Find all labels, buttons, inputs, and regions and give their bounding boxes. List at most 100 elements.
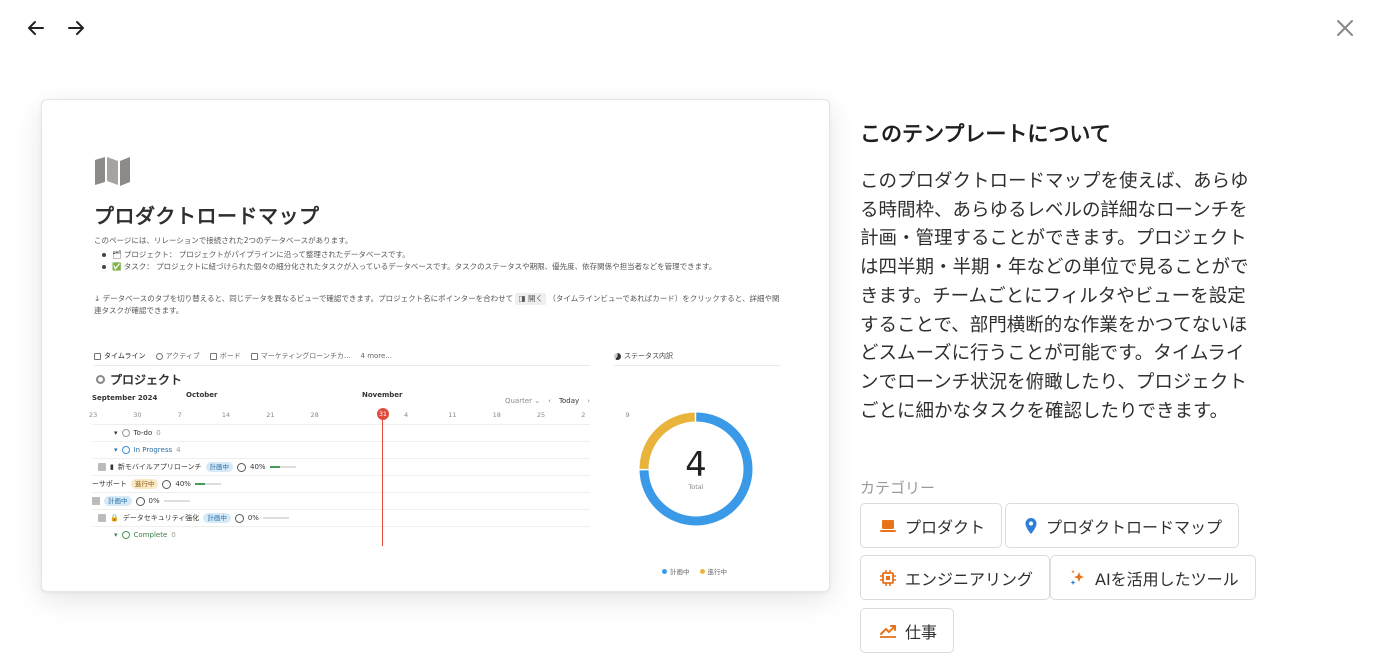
check-circle-icon	[121, 531, 130, 539]
progress-bar	[194, 483, 221, 485]
category-chip-engineering[interactable]: エンジニアリング	[860, 555, 1051, 600]
laptop-icon	[880, 519, 896, 532]
progress-bar	[269, 466, 296, 468]
day-tick-label: 4	[404, 411, 409, 419]
drag-handle-icon	[92, 497, 100, 505]
status-badge: 進行中	[130, 479, 159, 489]
group-row-in-progress[interactable]: ▾ In Progress 4	[92, 441, 590, 458]
tab-marketing[interactable]: マーケティングローンチカ...	[250, 351, 351, 361]
category-label: カテゴリー	[860, 479, 936, 497]
table-row[interactable]: 計画中 0%	[92, 492, 590, 509]
progress-bar	[262, 517, 289, 519]
day-tick-label: 25	[536, 411, 546, 419]
avatar	[234, 513, 244, 523]
about-description: このプロダクトロードマップを使えば、あらゆる時間枠、あらゆるレベルの詳細なローン…	[860, 171, 1249, 422]
chip-icon	[880, 569, 896, 586]
close-icon	[1337, 20, 1353, 36]
circle-icon	[121, 446, 130, 454]
day-tick-label: 9	[625, 411, 630, 419]
target-icon	[96, 375, 105, 384]
status-breakdown-tab[interactable]: ステータス内訳	[614, 351, 780, 366]
day-tick-label: 7	[177, 411, 182, 419]
status-badge: 計画中	[205, 462, 234, 472]
timeline-icon	[94, 352, 101, 360]
tab-timeline[interactable]: タイムライン	[94, 351, 146, 361]
drag-handle-icon	[98, 514, 106, 522]
forward-button[interactable]	[62, 14, 90, 42]
table-row[interactable]: ーサポート 進行中 40%	[92, 475, 590, 492]
avatar	[135, 496, 145, 506]
day-tick-label: 30	[133, 411, 142, 419]
group-row-complete[interactable]: ▾ Complete 0	[92, 526, 590, 543]
month-label: November	[362, 391, 403, 399]
arrow-right-icon	[68, 21, 84, 35]
donut-total: 4	[685, 445, 707, 485]
category-chip-product[interactable]: プロダクト	[860, 503, 1003, 548]
chevron-right-icon[interactable]: ›	[587, 397, 590, 405]
today-button[interactable]: Today	[559, 397, 579, 405]
calendar-icon	[250, 352, 258, 360]
timeline-controls: Quarter ⌄ ‹ Today ›	[505, 397, 590, 405]
list-item: 🗂 プロジェクト： プロジェクトがパイプラインに沿って整理されたデータベースです…	[102, 249, 784, 261]
avatar	[237, 462, 247, 472]
map-icon	[95, 157, 130, 186]
progress-bar	[163, 500, 190, 502]
pie-chart-icon	[614, 352, 621, 360]
template-preview: プロダクトロードマップ このページには、リレーションで接続された2つのデータベー…	[41, 99, 830, 592]
preview-note: ↓ データベースのタブを切り替えると、同じデータを異なるビューで確認できます。プ…	[94, 293, 780, 315]
tab-board[interactable]: ボード	[209, 351, 241, 361]
chevron-left-icon[interactable]: ‹	[548, 397, 551, 405]
donut-total-label: Total	[688, 483, 704, 491]
lock-icon: 🔒	[110, 514, 119, 522]
legend-item: 計画中	[662, 566, 690, 576]
status-badge: 計画中	[104, 496, 132, 506]
about-panel: このテンプレートについて このプロダクトロードマップを使えば、あらゆる時間枠、あ…	[860, 118, 1270, 426]
day-tick-label: 18	[492, 411, 501, 419]
table-row[interactable]: 🔒 データセキュリティ強化 計画中 0%	[92, 509, 590, 526]
list-item: ✅ タスク： プロジェクトに紐づけられた個々の細分化されたタスクが入っているデー…	[102, 261, 784, 273]
today-marker-line	[382, 420, 383, 546]
legend-item: 進行中	[699, 566, 727, 576]
category-chip-product-roadmap[interactable]: プロダクトロードマップ	[1005, 503, 1240, 548]
preview-intro: このページには、リレーションで接続された2つのデータベースがあります。	[94, 236, 353, 245]
today-marker: 31	[377, 408, 389, 420]
view-tabs: タイムライン アクティブ ボード マーケティングローンチカ... 4 more.…	[94, 351, 590, 366]
day-tick-label: 28	[310, 411, 319, 419]
map-pin-icon	[1025, 517, 1037, 534]
top-nav	[22, 14, 90, 42]
circle-icon	[121, 429, 130, 437]
avatar	[162, 479, 172, 489]
month-label: September 2024	[92, 394, 158, 402]
quarter-select[interactable]: Quarter ⌄	[505, 397, 540, 405]
month-label: October	[186, 391, 218, 399]
day-tick-label: 14	[221, 411, 231, 419]
preview-title: プロダクトロードマップ	[94, 204, 320, 228]
close-button[interactable]	[1331, 14, 1359, 42]
timeline-view: September 2024 October November Quarter …	[89, 391, 630, 546]
day-ticks: 23 30 7 14 21 28 31 4 11 18 25 2 9	[89, 408, 630, 421]
about-title: このテンプレートについて	[860, 122, 1111, 146]
tab-active[interactable]: アクティブ	[155, 351, 200, 361]
project-heading: プロジェクト	[96, 371, 182, 388]
open-key-badge: ◨ 開く	[515, 293, 546, 305]
back-button[interactable]	[22, 14, 50, 42]
drag-handle-icon	[98, 463, 106, 471]
day-tick-label: 2	[581, 411, 586, 419]
chart-up-icon	[880, 624, 896, 638]
phone-icon: ▮	[110, 463, 114, 471]
group-row-todo[interactable]: ▾ To-do 0	[92, 424, 590, 441]
day-tick-label: 23	[89, 411, 98, 419]
arrow-left-icon	[28, 21, 44, 35]
status-badge: 計画中	[203, 513, 231, 523]
tab-more[interactable]: 4 more...	[361, 351, 393, 361]
category-chip-work[interactable]: 仕事	[860, 608, 955, 653]
day-tick-label: 21	[266, 411, 275, 419]
sparkles-icon	[1070, 569, 1084, 585]
table-row[interactable]: ▮ 新モバイルアプリローンチ 計画中 40%	[92, 458, 590, 475]
preview-bullets: 🗂 プロジェクト： プロジェクトがパイプラインに沿って整理されたデータベースです…	[94, 249, 784, 273]
donut-legend: 計画中 進行中	[662, 566, 727, 576]
board-icon	[209, 352, 217, 360]
category-chip-ai-tools[interactable]: AIを活用したツール	[1050, 555, 1256, 600]
target-icon	[155, 352, 163, 360]
day-tick-label: 11	[448, 411, 457, 419]
